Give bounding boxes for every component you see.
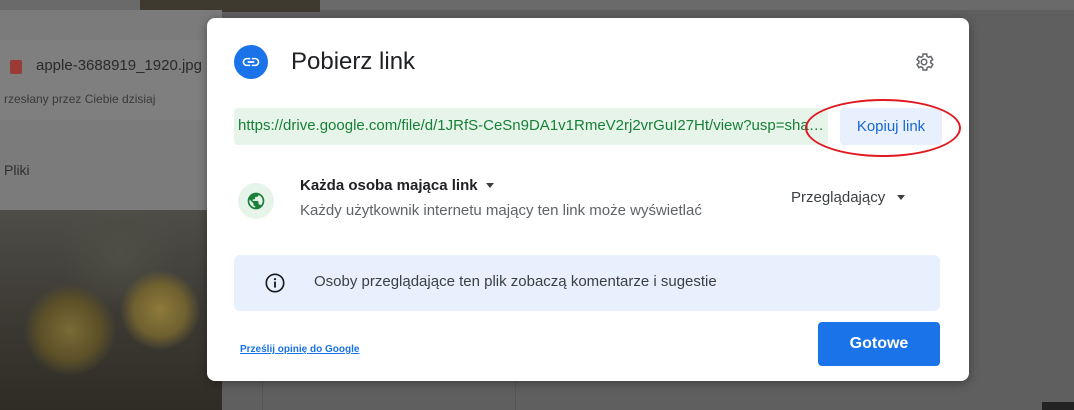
background-file-row: [0, 40, 222, 120]
share-link-field[interactable]: https://drive.google.com/file/d/1JRfS-Ce…: [234, 108, 828, 145]
link-icon: [234, 45, 268, 79]
annotation-circle: [805, 99, 961, 157]
info-message: Osoby przeglądające ten plik zobaczą kom…: [314, 273, 717, 290]
done-button[interactable]: Gotowe: [818, 322, 940, 366]
background-photo-preview: [0, 210, 222, 410]
background-divider: [262, 380, 263, 410]
send-feedback-link[interactable]: Prześlij opinię do Google: [240, 344, 359, 355]
chevron-down-icon: [485, 183, 494, 188]
background-file-subtitle: rzesłany przez Ciebie dzisiaj: [4, 92, 156, 106]
access-icon-container: [238, 183, 274, 219]
chevron-down-icon: [897, 195, 906, 200]
background-section-label: Pliki: [4, 162, 30, 178]
role-label: Przeglądający: [791, 189, 886, 206]
access-level-dropdown[interactable]: Każda osoba mająca link: [300, 177, 494, 194]
gear-icon: [916, 53, 934, 71]
info-icon: [264, 272, 286, 294]
role-dropdown[interactable]: Przeglądający: [791, 189, 906, 206]
background-file-name: apple-3688919_1920.jpg: [36, 57, 202, 74]
globe-icon: [247, 192, 265, 210]
screen: apple-3688919_1920.jpg rzesłany przez Ci…: [0, 0, 1074, 410]
background-corner-element: [1042, 402, 1074, 410]
info-banner: Osoby przeglądające ten plik zobaczą kom…: [234, 255, 940, 311]
share-dialog: Pobierz link https://drive.google.com/fi…: [207, 18, 969, 381]
file-type-icon: [10, 60, 22, 74]
access-level-label: Każda osoba mająca link: [300, 177, 478, 194]
access-description: Każdy użytkownik internetu mający ten li…: [300, 202, 702, 219]
dialog-title: Pobierz link: [291, 48, 416, 75]
background-divider: [515, 380, 516, 410]
settings-button[interactable]: [912, 50, 936, 74]
share-link-text: https://drive.google.com/file/d/1JRfS-Ce…: [238, 117, 826, 134]
